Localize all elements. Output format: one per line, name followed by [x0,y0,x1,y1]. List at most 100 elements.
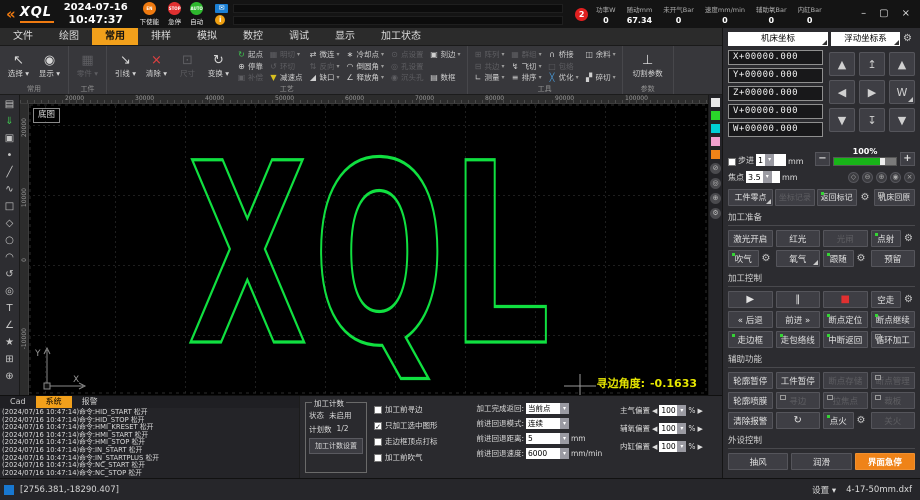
part-pause-button[interactable]: 工件暂停 [776,372,821,389]
ribbon-button-micro-joint[interactable]: ⇄微连▾ [307,49,342,60]
ribbon-button-data-frame[interactable]: ▤数框 [428,72,463,83]
ribbon-button-fly-cut[interactable]: ↯飞切▾ [509,61,544,72]
spiral-icon[interactable]: ↺ [2,267,18,282]
ribbon-button-edge-mark[interactable]: ▣刻边▾ [428,49,463,60]
ribbon-button-clear[interactable]: ×清除 ▾ [141,47,172,85]
lubricate-button[interactable]: 润滑 [791,453,851,470]
offset-increase-icon[interactable]: ▶ [698,443,703,451]
layer-pink[interactable] [711,137,720,146]
save-icon[interactable]: ⇓ [2,114,18,129]
red-light-button[interactable]: 红光 [776,230,821,247]
ui-estop-button[interactable]: 界面急停 [855,453,915,470]
curve-icon[interactable]: ∿ [2,182,18,197]
field-input-fwd-back-mode[interactable]: 连续▾ [526,418,569,429]
breakpoint-manage-button[interactable]: 断点管理 [871,372,916,389]
tab-nc[interactable]: 数控 [230,28,276,45]
coord-record-button[interactable]: 坐标记录 [775,189,815,206]
ribbon-button-common-edge[interactable]: ⊟共边▾ [472,61,507,72]
ribbon-button-array[interactable]: ⊞阵列▾ [472,49,507,60]
open-icon[interactable]: ▤ [2,97,18,112]
close-button[interactable]: × [902,9,910,19]
focus-cal-button[interactable]: 拉焦点 [823,392,868,409]
tab-status[interactable]: 加工状态 [368,28,434,45]
focus-minus-icon[interactable]: ⊖ [862,172,873,183]
blow-button[interactable]: 吹气 [728,250,759,267]
ribbon-button-dock[interactable]: ⊕停靠 [235,61,265,72]
reset-button[interactable]: ↻ [776,412,821,429]
ribbon-button-point-setting[interactable]: ⊙点设置 [388,49,426,60]
flame-off-button[interactable]: 关火 [871,412,916,429]
exhaust-button[interactable]: 抽风 [728,453,788,470]
speed-minus-button[interactable]: − [815,152,830,166]
ribbon-button-measure[interactable]: ∟测量▾ [472,72,507,83]
follow-gear[interactable]: ⚙ [855,250,868,267]
tab-display[interactable]: 显示 [322,28,368,45]
jog-x-plus-button[interactable]: ▶ [859,80,885,104]
work-zero-button[interactable]: 工件零点 [728,189,773,206]
circle-icon[interactable]: ○ [2,233,18,248]
canvas[interactable]: XQL Y X 寻边角度: [29,104,708,395]
focus-close-icon[interactable]: × [904,172,915,183]
ribbon-button-reverse[interactable]: ⇅反向▾ [307,61,342,72]
rect-icon[interactable]: □ [2,199,18,214]
mode-button-auto[interactable]: AUTO自动 [190,2,203,26]
ribbon-button-display[interactable]: ◉显示 ▾ [34,47,65,85]
ribbon-button-part[interactable]: ▦零件 ▾ [72,47,103,85]
jog-x-minus-button[interactable]: ◀ [829,80,855,104]
offset-input-aux-oxygen-offset[interactable]: 100▾ [659,423,686,434]
speed-slider-track[interactable] [833,157,897,166]
field-input-fwd-back-speed[interactable]: 6000▾ [526,448,569,459]
log-tab-system[interactable]: 系统 [36,396,72,408]
layer-white[interactable] [711,98,720,107]
dry-run-button[interactable]: 空走 [871,291,902,308]
alarm-count-badge[interactable]: 2 [575,8,588,21]
field-input-fwd-back-dist[interactable]: 5▾ [526,433,569,444]
arc-icon[interactable]: ◠ [2,250,18,265]
tab-file[interactable]: 文件 [0,28,46,45]
ribbon-button-select[interactable]: ↖选择 ▾ [3,47,34,85]
jog-w-button[interactable]: W [889,80,915,104]
info-icon[interactable]: i [215,15,225,25]
point-icon[interactable]: • [2,148,18,163]
ribbon-button-fillet[interactable]: ◠倒圆角▾ [344,61,387,72]
ribbon-button-transform[interactable]: ↻变换 ▾ [203,47,234,85]
zero-gear[interactable]: ⚙ [859,189,872,206]
trace-outline-button[interactable]: 走包络线 [776,331,821,348]
blow-gear[interactable]: ⚙ [760,250,773,267]
capture-icon[interactable]: ▣ [2,131,18,146]
shutter-button[interactable]: 光闸 [823,230,868,247]
coord-gear-icon[interactable]: ⚙ [903,34,912,44]
offset-decrease-icon[interactable]: ◀ [652,407,657,415]
nozzle-up-button[interactable]: ↥ [859,52,885,76]
float-coord-dropdown[interactable]: 浮动坐标系 [831,32,900,46]
tab-draw[interactable]: 绘图 [46,28,92,45]
minimize-button[interactable]: – [861,9,866,19]
burst-gear[interactable]: ⚙ [902,230,915,247]
log-tab-alarm[interactable]: 报警 [72,396,108,408]
star-icon[interactable]: ★ [2,335,18,350]
ribbon-button-size[interactable]: ⊡尺寸 [172,47,203,85]
step-checkbox[interactable] [728,158,736,166]
offset-input-main-gas-offset[interactable]: 100▾ [659,405,686,416]
laser-on-button[interactable]: 激光开启 [728,230,773,247]
restore-button[interactable]: ▢ [879,9,888,19]
ignite-button[interactable]: 点火 [823,412,854,429]
ribbon-button-remnant[interactable]: ◫余料▾ [583,49,618,60]
tab-debug[interactable]: 调试 [276,28,322,45]
target-icon[interactable]: ⊕ [2,369,18,384]
mode-button-estop[interactable]: STOP急停 [168,2,181,26]
speed-slider-handle[interactable] [880,158,885,165]
layer-green[interactable] [711,111,720,120]
ribbon-button-sort[interactable]: ≡排序▾ [509,72,544,83]
focus-plus-icon[interactable]: ⊕ [876,172,887,183]
log-lines[interactable]: (2024/07/16 10:47:14)命令:HID_START 松开(202… [0,408,299,478]
offset-increase-icon[interactable]: ▶ [698,425,703,433]
contour-pause-button[interactable]: 轮廓暂停 [728,372,773,389]
disable-icon[interactable]: ⊘ [710,163,721,174]
angle-icon[interactable]: ∠ [2,318,18,333]
offset-increase-icon[interactable]: ▶ [698,407,703,415]
ribbon-button-notch[interactable]: ◢缺口▾ [307,72,342,83]
ribbon-button-release-angle[interactable]: ∠释放角▾ [344,72,387,83]
backward-button[interactable]: « 后退 [728,311,773,328]
tab-common[interactable]: 常用 [92,28,138,45]
